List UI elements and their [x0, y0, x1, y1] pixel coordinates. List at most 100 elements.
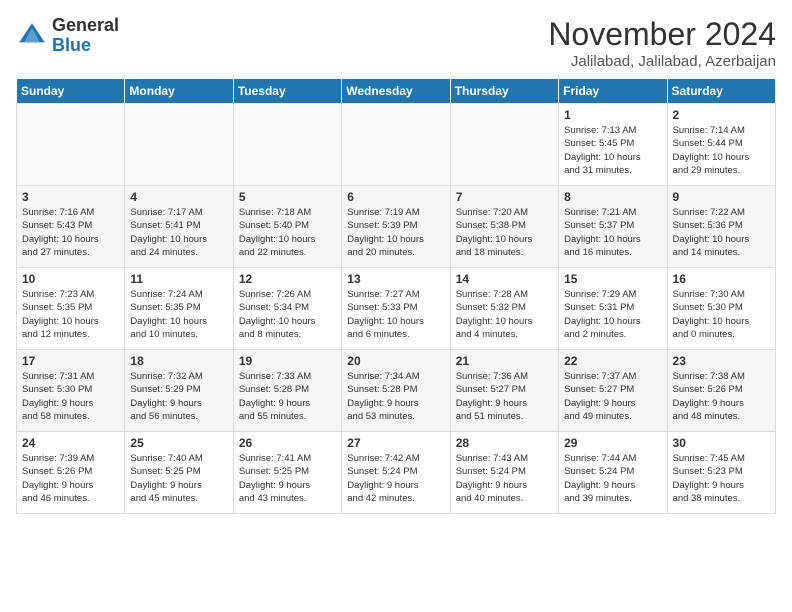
day-info: Sunrise: 7:37 AM Sunset: 5:27 PM Dayligh… [564, 370, 661, 423]
weekday-header: Saturday [667, 79, 775, 104]
day-number: 12 [239, 272, 336, 286]
day-info: Sunrise: 7:19 AM Sunset: 5:39 PM Dayligh… [347, 206, 444, 259]
day-number: 7 [456, 190, 553, 204]
calendar-cell: 15 Sunrise: 7:29 AM Sunset: 5:31 PM Dayli… [559, 268, 667, 350]
day-info: Sunrise: 7:30 AM Sunset: 5:30 PM Dayligh… [673, 288, 770, 341]
day-number: 23 [673, 354, 770, 368]
day-number: 10 [22, 272, 119, 286]
calendar-week-row: 1Sunrise: 7:13 AM Sunset: 5:45 PM Daylig… [17, 104, 776, 186]
day-info: Sunrise: 7:31 AM Sunset: 5:30 PM Dayligh… [22, 370, 119, 423]
calendar-cell: 5 Sunrise: 7:18 AM Sunset: 5:40 PM Daylig… [233, 186, 341, 268]
calendar-cell: 13Sunrise: 7:27 AM Sunset: 5:33 PM Dayli… [342, 268, 450, 350]
calendar-cell: 29 Sunrise: 7:44 AM Sunset: 5:24 PM Dayli… [559, 432, 667, 514]
logo: General Blue [16, 16, 119, 56]
calendar-week-row: 24 Sunrise: 7:39 AM Sunset: 5:26 PM Dayli… [17, 432, 776, 514]
day-info: Sunrise: 7:23 AM Sunset: 5:35 PM Dayligh… [22, 288, 119, 341]
calendar-cell: 20 Sunrise: 7:34 AM Sunset: 5:28 PM Dayli… [342, 350, 450, 432]
day-number: 18 [130, 354, 227, 368]
calendar-cell: 6Sunrise: 7:19 AM Sunset: 5:39 PM Daylig… [342, 186, 450, 268]
day-number: 14 [456, 272, 553, 286]
location: Jalilabad, Jalilabad, Azerbaijan [548, 53, 776, 70]
day-info: Sunrise: 7:34 AM Sunset: 5:28 PM Dayligh… [347, 370, 444, 423]
weekday-header: Thursday [450, 79, 558, 104]
day-info: Sunrise: 7:22 AM Sunset: 5:36 PM Dayligh… [673, 206, 770, 259]
day-info: Sunrise: 7:42 AM Sunset: 5:24 PM Dayligh… [347, 452, 444, 505]
calendar-cell [233, 104, 341, 186]
day-info: Sunrise: 7:43 AM Sunset: 5:24 PM Dayligh… [456, 452, 553, 505]
weekday-header: Monday [125, 79, 233, 104]
day-info: Sunrise: 7:13 AM Sunset: 5:45 PM Dayligh… [564, 124, 661, 177]
day-number: 22 [564, 354, 661, 368]
day-info: Sunrise: 7:44 AM Sunset: 5:24 PM Dayligh… [564, 452, 661, 505]
calendar-cell: 10 Sunrise: 7:23 AM Sunset: 5:35 PM Dayli… [17, 268, 125, 350]
day-info: Sunrise: 7:29 AM Sunset: 5:31 PM Dayligh… [564, 288, 661, 341]
day-info: Sunrise: 7:16 AM Sunset: 5:43 PM Dayligh… [22, 206, 119, 259]
calendar-cell [342, 104, 450, 186]
logo-text: General Blue [52, 16, 119, 56]
day-number: 30 [673, 436, 770, 450]
day-number: 24 [22, 436, 119, 450]
day-number: 9 [673, 190, 770, 204]
calendar-cell: 14 Sunrise: 7:28 AM Sunset: 5:32 PM Dayli… [450, 268, 558, 350]
day-info: Sunrise: 7:24 AM Sunset: 5:35 PM Dayligh… [130, 288, 227, 341]
calendar-cell: 22 Sunrise: 7:37 AM Sunset: 5:27 PM Dayli… [559, 350, 667, 432]
calendar-cell: 11 Sunrise: 7:24 AM Sunset: 5:35 PM Dayli… [125, 268, 233, 350]
day-info: Sunrise: 7:14 AM Sunset: 5:44 PM Dayligh… [673, 124, 770, 177]
day-info: Sunrise: 7:21 AM Sunset: 5:37 PM Dayligh… [564, 206, 661, 259]
calendar-body: 1Sunrise: 7:13 AM Sunset: 5:45 PM Daylig… [17, 104, 776, 514]
calendar-cell: 25 Sunrise: 7:40 AM Sunset: 5:25 PM Dayli… [125, 432, 233, 514]
day-number: 17 [22, 354, 119, 368]
day-number: 11 [130, 272, 227, 286]
calendar-cell: 9 Sunrise: 7:22 AM Sunset: 5:36 PM Daylig… [667, 186, 775, 268]
day-number: 21 [456, 354, 553, 368]
calendar-cell: 18 Sunrise: 7:32 AM Sunset: 5:29 PM Dayli… [125, 350, 233, 432]
calendar-cell: 3 Sunrise: 7:16 AM Sunset: 5:43 PM Daylig… [17, 186, 125, 268]
calendar-cell: 23 Sunrise: 7:38 AM Sunset: 5:26 PM Dayli… [667, 350, 775, 432]
day-info: Sunrise: 7:18 AM Sunset: 5:40 PM Dayligh… [239, 206, 336, 259]
day-info: Sunrise: 7:39 AM Sunset: 5:26 PM Dayligh… [22, 452, 119, 505]
day-number: 20 [347, 354, 444, 368]
calendar-cell: 4Sunrise: 7:17 AM Sunset: 5:41 PM Daylig… [125, 186, 233, 268]
calendar-cell: 12 Sunrise: 7:26 AM Sunset: 5:34 PM Dayli… [233, 268, 341, 350]
day-number: 2 [673, 108, 770, 122]
calendar-week-row: 17 Sunrise: 7:31 AM Sunset: 5:30 PM Dayli… [17, 350, 776, 432]
day-number: 16 [673, 272, 770, 286]
day-number: 8 [564, 190, 661, 204]
day-number: 29 [564, 436, 661, 450]
day-number: 3 [22, 190, 119, 204]
calendar-cell: 17 Sunrise: 7:31 AM Sunset: 5:30 PM Dayli… [17, 350, 125, 432]
calendar-cell: 19Sunrise: 7:33 AM Sunset: 5:28 PM Dayli… [233, 350, 341, 432]
day-info: Sunrise: 7:28 AM Sunset: 5:32 PM Dayligh… [456, 288, 553, 341]
day-info: Sunrise: 7:32 AM Sunset: 5:29 PM Dayligh… [130, 370, 227, 423]
calendar: SundayMondayTuesdayWednesdayThursdayFrid… [16, 78, 776, 514]
logo-icon [16, 20, 48, 52]
page-header: General Blue November 2024 Jalilabad, Ja… [16, 16, 776, 70]
calendar-cell: 2 Sunrise: 7:14 AM Sunset: 5:44 PM Daylig… [667, 104, 775, 186]
day-info: Sunrise: 7:38 AM Sunset: 5:26 PM Dayligh… [673, 370, 770, 423]
day-number: 15 [564, 272, 661, 286]
calendar-cell: 30 Sunrise: 7:45 AM Sunset: 5:23 PM Dayli… [667, 432, 775, 514]
day-number: 4 [130, 190, 227, 204]
calendar-cell: 24 Sunrise: 7:39 AM Sunset: 5:26 PM Dayli… [17, 432, 125, 514]
day-info: Sunrise: 7:40 AM Sunset: 5:25 PM Dayligh… [130, 452, 227, 505]
calendar-cell: 16 Sunrise: 7:30 AM Sunset: 5:30 PM Dayli… [667, 268, 775, 350]
month-title: November 2024 [548, 16, 776, 53]
calendar-cell: 8 Sunrise: 7:21 AM Sunset: 5:37 PM Daylig… [559, 186, 667, 268]
day-info: Sunrise: 7:41 AM Sunset: 5:25 PM Dayligh… [239, 452, 336, 505]
day-number: 27 [347, 436, 444, 450]
weekday-header: Friday [559, 79, 667, 104]
calendar-cell: 7 Sunrise: 7:20 AM Sunset: 5:38 PM Daylig… [450, 186, 558, 268]
day-info: Sunrise: 7:45 AM Sunset: 5:23 PM Dayligh… [673, 452, 770, 505]
day-number: 26 [239, 436, 336, 450]
day-number: 28 [456, 436, 553, 450]
day-number: 25 [130, 436, 227, 450]
calendar-cell: 27 Sunrise: 7:42 AM Sunset: 5:24 PM Dayli… [342, 432, 450, 514]
day-info: Sunrise: 7:20 AM Sunset: 5:38 PM Dayligh… [456, 206, 553, 259]
calendar-cell [17, 104, 125, 186]
day-info: Sunrise: 7:26 AM Sunset: 5:34 PM Dayligh… [239, 288, 336, 341]
weekday-header: Wednesday [342, 79, 450, 104]
calendar-week-row: 3 Sunrise: 7:16 AM Sunset: 5:43 PM Daylig… [17, 186, 776, 268]
day-info: Sunrise: 7:33 AM Sunset: 5:28 PM Dayligh… [239, 370, 336, 423]
day-number: 5 [239, 190, 336, 204]
calendar-cell: 28 Sunrise: 7:43 AM Sunset: 5:24 PM Dayli… [450, 432, 558, 514]
